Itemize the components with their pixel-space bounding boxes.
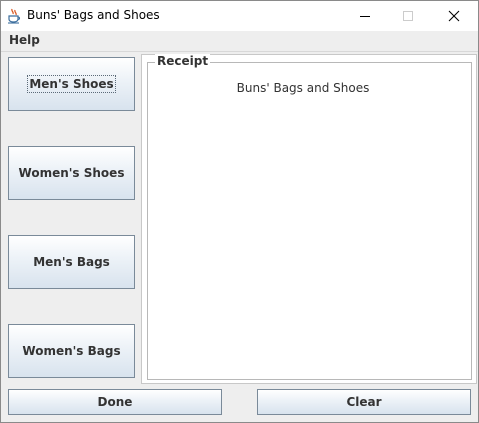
receipt-legend: Receipt — [155, 54, 211, 68]
womens-shoes-label: Women's Shoes — [18, 166, 125, 180]
app-window: Buns' Bags and Shoes Help Men's Shoes Wo… — [0, 0, 479, 423]
minimize-icon — [360, 16, 370, 17]
minimize-button[interactable] — [342, 1, 388, 31]
done-button[interactable]: Done — [8, 389, 222, 415]
menu-help[interactable]: Help — [9, 33, 40, 47]
receipt-groupbox: Receipt Buns' Bags and Shoes — [147, 54, 472, 380]
menu-bar: Help — [1, 31, 478, 51]
menu-divider — [1, 51, 478, 52]
mens-bags-button[interactable]: Men's Bags — [8, 235, 135, 289]
close-icon — [448, 10, 460, 22]
mens-shoes-label: Men's Shoes — [27, 75, 116, 93]
receipt-panel[interactable]: Receipt Buns' Bags and Shoes — [141, 54, 477, 384]
receipt-text: Buns' Bags and Shoes — [236, 81, 370, 95]
java-cup-icon — [7, 8, 21, 24]
maximize-icon — [403, 11, 413, 21]
womens-shoes-button[interactable]: Women's Shoes — [8, 146, 135, 200]
mens-bags-label: Men's Bags — [33, 255, 110, 269]
clear-label: Clear — [346, 395, 382, 409]
done-label: Done — [97, 395, 133, 409]
womens-bags-button[interactable]: Women's Bags — [8, 324, 135, 378]
maximize-button[interactable] — [385, 1, 431, 31]
clear-button[interactable]: Clear — [257, 389, 471, 415]
title-bar[interactable]: Buns' Bags and Shoes — [1, 1, 478, 31]
womens-bags-label: Women's Bags — [22, 344, 121, 358]
mens-shoes-button[interactable]: Men's Shoes — [8, 57, 135, 111]
window-title: Buns' Bags and Shoes — [27, 8, 160, 22]
close-button[interactable] — [431, 1, 477, 31]
